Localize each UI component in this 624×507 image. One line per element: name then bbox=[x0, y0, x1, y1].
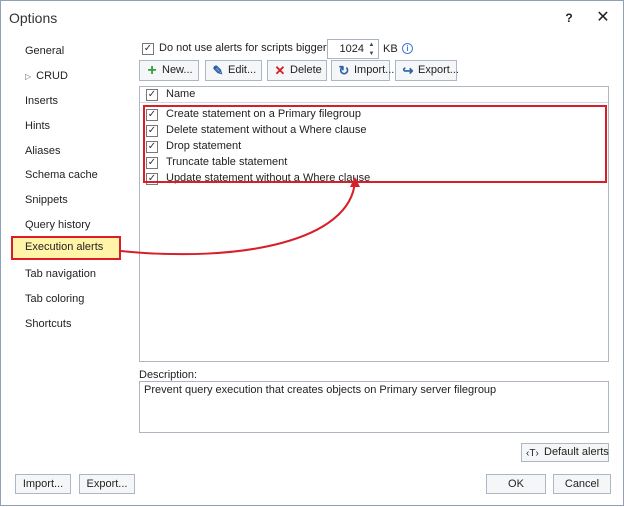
pencil-icon: ✎ bbox=[212, 63, 224, 78]
sidebar: General ▷ CRUD Inserts Hints Aliases Sche… bbox=[11, 37, 135, 457]
sidebar-item-label: Snippets bbox=[25, 194, 68, 206]
export-button-label: Export... bbox=[418, 64, 459, 76]
spin-up-icon[interactable]: ▲ bbox=[367, 41, 376, 49]
alert-row[interactable]: ✓ Create statement on a Primary filegrou… bbox=[140, 107, 608, 123]
sidebar-item-label: Shortcuts bbox=[25, 318, 72, 330]
window-title: Options bbox=[9, 10, 58, 26]
default-alerts-icon: ‹T› bbox=[526, 448, 539, 459]
alert-name[interactable]: Drop statement bbox=[166, 140, 241, 152]
sidebar-item-label: Execution alerts bbox=[25, 241, 104, 253]
new-button-label: New... bbox=[162, 64, 193, 76]
plus-icon: + bbox=[147, 62, 157, 79]
delete-button-label: Delete bbox=[290, 64, 322, 76]
ok-button[interactable]: OK bbox=[486, 474, 546, 494]
import-button[interactable]: ↻ Import... bbox=[331, 60, 394, 81]
alert-row[interactable]: ✓ Delete statement without a Where claus… bbox=[140, 123, 608, 139]
import-icon: ↻ bbox=[338, 63, 350, 78]
info-icon[interactable]: i bbox=[402, 43, 413, 54]
new-button[interactable]: + New... bbox=[139, 60, 199, 81]
description-box[interactable]: Prevent query execution that creates obj… bbox=[139, 381, 609, 433]
alert-checkbox[interactable]: ✓ bbox=[146, 125, 158, 137]
expand-caret-icon[interactable]: ▷ bbox=[25, 72, 31, 81]
export-icon: ↪ bbox=[402, 63, 414, 78]
main-panel: ✓ Do not use alerts for scripts bigger t… bbox=[139, 35, 615, 465]
size-limit-label: Do not use alerts for scripts bigger tha… bbox=[159, 42, 351, 54]
grid-header: ✓ Name bbox=[140, 87, 608, 103]
sidebar-item-tab-coloring[interactable]: Tab coloring bbox=[11, 288, 131, 310]
delete-button[interactable]: ✕ Delete bbox=[267, 60, 327, 81]
alert-name[interactable]: Truncate table statement bbox=[166, 156, 287, 168]
size-unit-label: KB bbox=[383, 43, 398, 55]
alert-name[interactable]: Create statement on a Primary filegroup bbox=[166, 108, 361, 120]
toolbar: + New... ✎ Edit... ✕ Delete ↻ Import... … bbox=[139, 60, 615, 82]
description-label: Description: bbox=[139, 369, 198, 381]
delete-x-icon: ✕ bbox=[274, 63, 286, 78]
sidebar-item-general[interactable]: General bbox=[11, 40, 131, 62]
footer-export-button[interactable]: Export... bbox=[79, 474, 135, 494]
title-bar: Options ? ✕ bbox=[1, 1, 623, 35]
default-alerts-button[interactable]: ‹T› Default alerts bbox=[521, 443, 609, 462]
default-alerts-label: Default alerts bbox=[544, 446, 609, 458]
alert-checkbox[interactable]: ✓ bbox=[146, 109, 158, 121]
sidebar-item-snippets[interactable]: Snippets bbox=[11, 189, 131, 211]
sidebar-item-tab-navigation[interactable]: Tab navigation bbox=[11, 263, 131, 285]
sidebar-item-label: CRUD bbox=[36, 70, 68, 82]
sidebar-item-schema-cache[interactable]: Schema cache bbox=[11, 164, 131, 186]
sidebar-item-hints[interactable]: Hints bbox=[11, 115, 131, 137]
alert-row[interactable]: ✓ Truncate table statement bbox=[140, 155, 608, 171]
size-limit-value[interactable]: 1024 bbox=[340, 43, 364, 55]
sidebar-item-shortcuts[interactable]: Shortcuts bbox=[11, 313, 131, 335]
sidebar-item-label: Query history bbox=[25, 219, 91, 231]
alert-checkbox[interactable]: ✓ bbox=[146, 141, 158, 153]
sidebar-item-label: Hints bbox=[25, 120, 51, 132]
alert-name[interactable]: Delete statement without a Where clause bbox=[166, 124, 367, 136]
sidebar-item-execution-alerts[interactable]: Execution alerts bbox=[11, 236, 121, 260]
help-button[interactable]: ? bbox=[559, 9, 579, 27]
footer-import-button[interactable]: Import... bbox=[15, 474, 71, 494]
size-limit-checkbox[interactable]: ✓ bbox=[142, 43, 154, 55]
options-dialog: Options ? ✕ General ▷ CRUD Inserts Hints … bbox=[0, 0, 624, 506]
export-button[interactable]: ↪ Export... bbox=[395, 60, 459, 81]
alert-row[interactable]: ✓ Drop statement bbox=[140, 139, 608, 155]
sidebar-item-aliases[interactable]: Aliases bbox=[11, 140, 131, 162]
description-text: Prevent query execution that creates obj… bbox=[144, 384, 497, 396]
sidebar-item-inserts[interactable]: Inserts bbox=[11, 90, 131, 112]
alert-checkbox[interactable]: ✓ bbox=[146, 173, 158, 185]
close-icon[interactable]: ✕ bbox=[593, 8, 613, 28]
alert-checkbox[interactable]: ✓ bbox=[146, 157, 158, 169]
sidebar-item-label: Inserts bbox=[25, 95, 59, 107]
size-limit-stepper[interactable]: 1024 ▲ ▼ bbox=[327, 39, 379, 59]
sidebar-item-label: General bbox=[25, 45, 65, 57]
alert-name[interactable]: Update statement without a Where clause bbox=[166, 172, 370, 184]
sidebar-item-label: Tab navigation bbox=[25, 268, 96, 280]
select-all-checkbox[interactable]: ✓ bbox=[146, 89, 158, 101]
spin-down-icon[interactable]: ▼ bbox=[367, 50, 376, 58]
sidebar-item-query-history[interactable]: Query history bbox=[11, 214, 131, 236]
sidebar-item-label: Tab coloring bbox=[25, 293, 85, 305]
alert-row[interactable]: ✓ Update statement without a Where claus… bbox=[140, 171, 608, 187]
import-button-label: Import... bbox=[354, 64, 395, 76]
edit-button-label: Edit... bbox=[228, 64, 257, 76]
sidebar-item-crud[interactable]: ▷ CRUD bbox=[11, 65, 131, 87]
alerts-grid: ✓ Name ✓ Create statement on a Primary f… bbox=[139, 86, 609, 362]
edit-button[interactable]: ✎ Edit... bbox=[205, 60, 262, 81]
name-column-header[interactable]: Name bbox=[166, 88, 195, 100]
size-limit-row: ✓ Do not use alerts for scripts bigger t… bbox=[139, 39, 615, 59]
sidebar-item-label: Aliases bbox=[25, 145, 61, 157]
sidebar-item-label: Schema cache bbox=[25, 169, 98, 181]
cancel-button[interactable]: Cancel bbox=[553, 474, 611, 494]
